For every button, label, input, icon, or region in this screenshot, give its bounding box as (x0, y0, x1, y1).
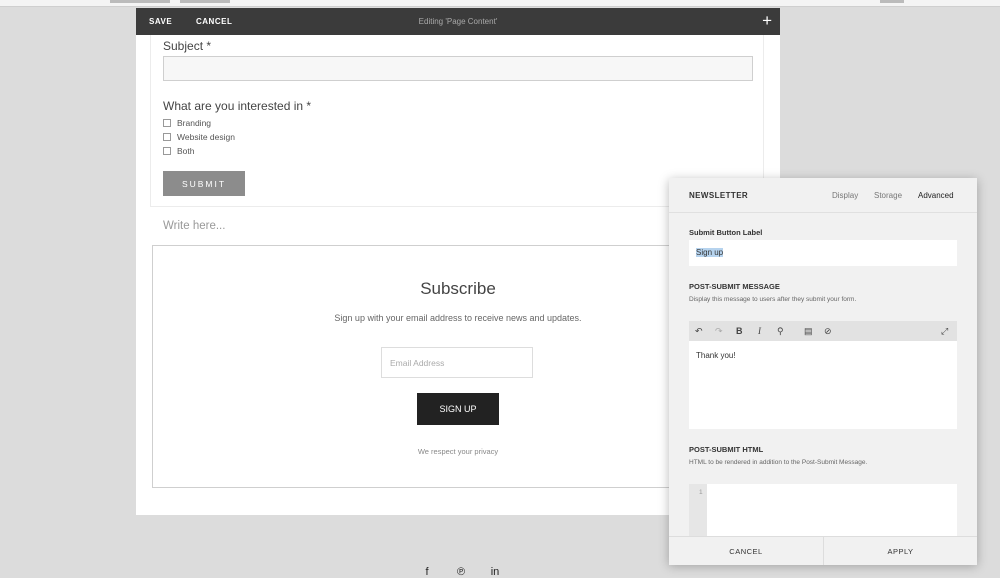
editing-title: Editing 'Page Content' (418, 17, 498, 26)
panel-footer: CANCEL APPLY (669, 536, 977, 565)
checkbox-branding[interactable]: Branding (163, 118, 211, 128)
paste-icon[interactable]: ▤ (804, 325, 813, 337)
apply-button[interactable]: APPLY (824, 537, 977, 565)
linkedin-icon[interactable]: in (489, 566, 501, 578)
panel-cancel-button[interactable]: CANCEL (669, 537, 823, 565)
rich-text-toolbar: ↶ ↷ B I ⚲ ▤ ⊘ ⤢ (689, 321, 957, 341)
checkbox-label: Both (177, 146, 195, 156)
panel-title: NEWSLETTER (689, 191, 749, 200)
post-submit-message-heading: POST-SUBMIT MESSAGE (689, 282, 780, 291)
subject-label: Subject * (163, 39, 212, 53)
bold-icon[interactable]: B (736, 325, 743, 337)
submit-label-input[interactable]: Sign up (689, 240, 957, 266)
submit-button[interactable]: SUBMIT (163, 171, 245, 196)
browser-top-strip (0, 0, 1000, 7)
interest-label: What are you interested in * (163, 99, 312, 113)
link-icon[interactable]: ⚲ (777, 325, 784, 337)
checkbox-icon (163, 133, 171, 141)
strip-fragment (180, 0, 230, 3)
clear-format-icon[interactable]: ⊘ (824, 325, 832, 337)
edit-toolbar: SAVE CANCEL Editing 'Page Content' + (136, 8, 780, 35)
checkbox-icon (163, 119, 171, 127)
submit-label-value: Sign up (696, 248, 724, 257)
facebook-icon[interactable]: f (421, 566, 433, 578)
line-number-gutter (689, 484, 707, 539)
subject-input[interactable] (163, 56, 753, 81)
checkbox-label: Branding (177, 118, 212, 128)
checkbox-website-design[interactable]: Website design (163, 132, 235, 142)
tab-storage[interactable]: Storage (874, 191, 902, 200)
pinterest-icon[interactable]: ℗ (455, 566, 467, 578)
social-icons: f ℗ in (421, 566, 501, 578)
add-block-icon[interactable]: + (762, 11, 772, 31)
newsletter-settings-panel: NEWSLETTER Display Storage Advanced Subm… (669, 178, 977, 565)
newsletter-block[interactable]: Subscribe Sign up with your email addres… (152, 245, 698, 488)
sign-up-button[interactable]: SIGN UP (417, 393, 499, 425)
post-submit-html-description: HTML to be rendered in addition to the P… (689, 459, 868, 466)
checkbox-both[interactable]: Both (163, 146, 195, 156)
line-number: 1 (699, 489, 703, 496)
message-editor[interactable]: Thank you! (689, 341, 957, 429)
italic-icon[interactable]: I (758, 325, 761, 337)
html-code-editor[interactable]: 1 (689, 484, 957, 539)
write-here-placeholder[interactable]: Write here... (163, 220, 225, 232)
redo-icon[interactable]: ↷ (715, 325, 723, 337)
email-field[interactable]: Email Address (381, 347, 533, 378)
strip-fragment (110, 0, 170, 3)
tab-advanced[interactable]: Advanced (918, 191, 954, 200)
post-submit-message-description: Display this message to users after they… (689, 296, 857, 303)
tab-display[interactable]: Display (832, 191, 858, 200)
submit-label-heading: Submit Button Label (689, 228, 763, 237)
checkbox-icon (163, 147, 171, 155)
panel-header: NEWSLETTER Display Storage Advanced (669, 178, 977, 213)
message-text: Thank you! (696, 351, 736, 360)
post-submit-html-heading: POST-SUBMIT HTML (689, 445, 764, 454)
checkbox-label: Website design (177, 132, 235, 142)
undo-icon[interactable]: ↶ (695, 325, 703, 337)
strip-fragment (880, 0, 904, 3)
expand-icon[interactable]: ⤢ (941, 325, 948, 337)
